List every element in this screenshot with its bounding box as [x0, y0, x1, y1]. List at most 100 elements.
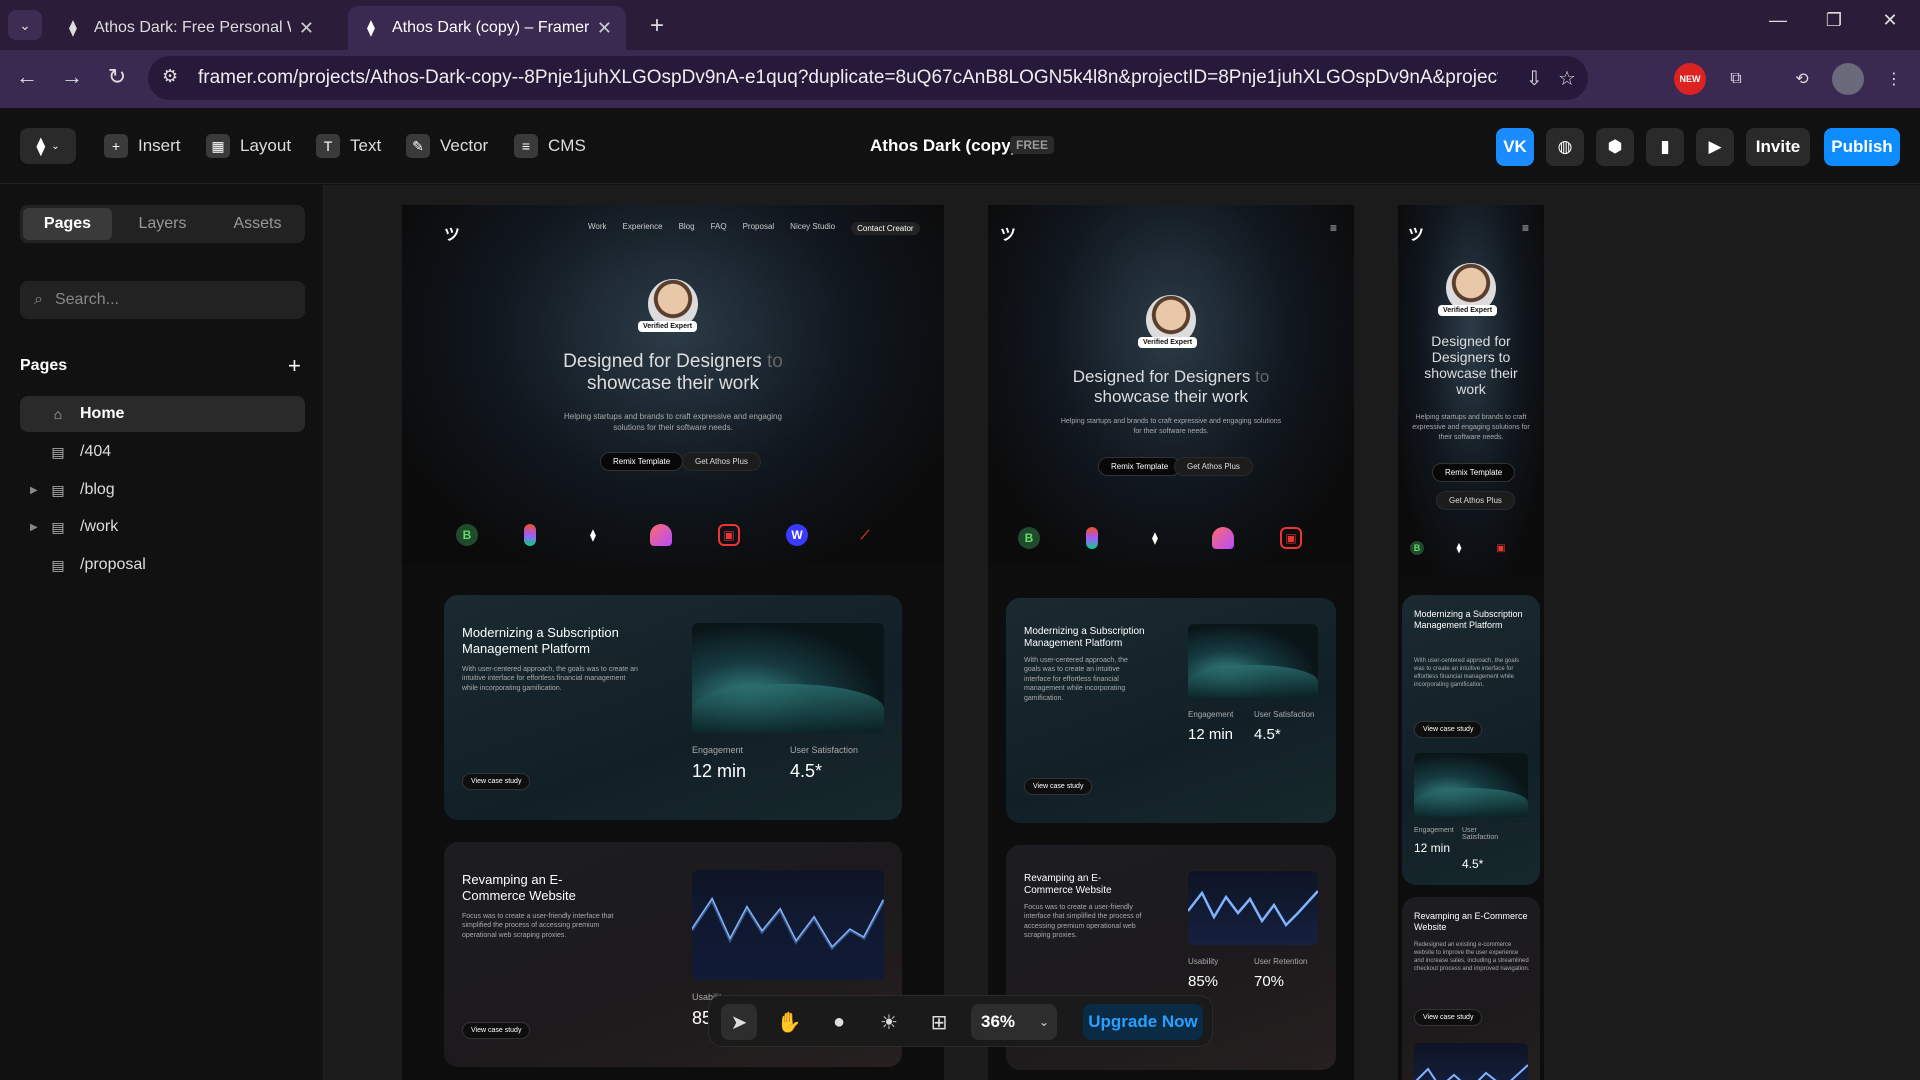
stat-value: 4.5*	[1254, 726, 1281, 743]
contact-button[interactable]: Contact Creator	[851, 222, 920, 235]
insert-button[interactable]: + Insert	[104, 128, 181, 164]
wave-image	[692, 623, 884, 733]
case-study-card[interactable]: Revamping an E-Commerce Website Redesign…	[1402, 897, 1540, 1080]
select-tool-icon[interactable]: ➤	[721, 1004, 757, 1040]
publish-button[interactable]: Publish	[1824, 128, 1900, 166]
address-bar[interactable]: ⚙ framer.com/projects/Athos-Dark-copy--8…	[148, 56, 1588, 100]
card-description: With user-centered approach, the goals w…	[462, 666, 638, 692]
canvas[interactable]: ツ Work Experience Blog FAQ Proposal Nice…	[324, 185, 1920, 1080]
hand-tool-icon[interactable]: ✋	[771, 1004, 807, 1040]
more-menu-icon[interactable]: ⋮	[1878, 63, 1910, 95]
project-title[interactable]: Athos Dark (copy)	[870, 136, 1016, 156]
page-item-proposal[interactable]: ▤ /proposal	[20, 547, 305, 583]
settings-icon[interactable]: ⬢	[1596, 128, 1634, 166]
nav-link[interactable]: Experience	[623, 222, 663, 235]
page-icon: ▤	[51, 556, 65, 573]
page-item-blog[interactable]: ▶ ▤ /blog	[20, 472, 305, 508]
mobile-frame[interactable]: ツ ≡ Verified Expert Designed for Designe…	[1398, 205, 1544, 1080]
tab-assets[interactable]: Assets	[213, 208, 302, 240]
grid-icon[interactable]: ⊞	[921, 1004, 957, 1040]
view-case-study-button[interactable]: View case study	[1024, 778, 1093, 795]
square-logo-icon: ▣	[1280, 527, 1302, 549]
user-avatar[interactable]: VK	[1496, 128, 1534, 166]
vector-button[interactable]: ✎ Vector	[406, 128, 488, 164]
analytics-icon[interactable]: ▮	[1646, 128, 1684, 166]
site-info-icon[interactable]: ⚙	[162, 66, 178, 87]
sync-icon[interactable]: ⟲	[1786, 63, 1818, 95]
hero-title-line2: showcase their work	[1093, 386, 1248, 406]
case-study-card[interactable]: Modernizing a Subscription Management Pl…	[1006, 598, 1336, 823]
browser-tab-athos-dark[interactable]: ⧫ Athos Dark: Free Personal Webs ✕	[50, 6, 328, 50]
bookmark-star-icon[interactable]: ☆	[1558, 66, 1576, 91]
client-logos: B ⧫ ▣	[1410, 541, 1508, 555]
upgrade-now-button[interactable]: Upgrade Now	[1083, 1004, 1203, 1040]
card-title: Modernizing a Subscription Management Pl…	[462, 625, 619, 656]
comment-tool-icon[interactable]: ●	[821, 1004, 857, 1040]
layout-button[interactable]: ▦ Layout	[206, 128, 291, 164]
stat-label: Usability	[1188, 957, 1219, 966]
tab-pages[interactable]: Pages	[23, 208, 112, 240]
case-study-card[interactable]: Modernizing a Subscription Management Pl…	[1402, 595, 1540, 885]
close-icon[interactable]: ✕	[299, 18, 314, 39]
nav-link[interactable]: Work	[588, 222, 607, 235]
forward-icon[interactable]: →	[57, 64, 87, 90]
nav-link[interactable]: FAQ	[711, 222, 727, 235]
nav-link[interactable]: Blog	[679, 222, 695, 235]
remix-template-button[interactable]: Remix Template	[1432, 463, 1516, 482]
extensions-icon[interactable]: ⧉	[1720, 63, 1752, 95]
close-icon[interactable]: ✕	[597, 18, 612, 39]
close-window-icon[interactable]: ✕	[1870, 10, 1910, 31]
search-icon: ⌕	[34, 291, 43, 308]
framer-icon: ⧫	[367, 20, 375, 37]
invite-button[interactable]: Invite	[1746, 128, 1810, 166]
case-study-card[interactable]: Modernizing a Subscription Management Pl…	[444, 595, 902, 820]
view-case-study-button[interactable]: View case study	[1414, 1009, 1483, 1026]
zoom-select[interactable]: 36% ⌄	[971, 1004, 1057, 1040]
play-icon[interactable]: ▶	[1696, 128, 1734, 166]
text-button[interactable]: T Text	[316, 128, 381, 164]
view-case-study-button[interactable]: View case study	[462, 773, 531, 790]
new-tab-button[interactable]: +	[650, 12, 664, 40]
hamburger-menu-icon[interactable]: ≡	[1330, 221, 1337, 235]
restore-icon[interactable]: ❐	[1814, 10, 1854, 31]
framer-menu-button[interactable]: ⧫ ⌄	[20, 128, 76, 164]
cms-button[interactable]: ≡ CMS	[514, 128, 586, 164]
theme-toggle-icon[interactable]: ☀	[871, 1004, 907, 1040]
get-athos-plus-button[interactable]: Get Athos Plus	[1436, 491, 1515, 510]
stat-value: 12 min	[692, 761, 747, 781]
remix-template-button[interactable]: Remix Template	[1098, 457, 1182, 476]
globe-icon[interactable]: ◍	[1546, 128, 1584, 166]
add-page-icon[interactable]: +	[288, 353, 301, 379]
browser-tab-athos-dark-copy[interactable]: ⧫ Athos Dark (copy) – Framer ✕	[348, 6, 626, 50]
card-title: Revamping an E-Commerce Website	[1414, 911, 1528, 932]
nav-link[interactable]: Nicey Studio	[790, 222, 835, 235]
remix-template-button[interactable]: Remix Template	[600, 452, 684, 471]
minimize-icon[interactable]: —	[1758, 10, 1798, 31]
back-icon[interactable]: ←	[12, 64, 42, 90]
hamburger-menu-icon[interactable]: ≡	[1522, 221, 1529, 235]
nav-link[interactable]: Proposal	[743, 222, 775, 235]
extension-badge-icon[interactable]: NEW	[1674, 63, 1706, 95]
site-logo-icon: ツ	[1408, 227, 1425, 244]
tablet-frame[interactable]: ツ ≡ Verified Expert Designed for Designe…	[988, 205, 1354, 1080]
stat-label: User Satisfaction	[790, 745, 859, 755]
get-athos-plus-button[interactable]: Get Athos Plus	[682, 452, 761, 471]
install-icon[interactable]: ⇩	[1526, 66, 1543, 91]
page-item-404[interactable]: ▤ /404	[20, 434, 305, 470]
left-sidebar: Pages Layers Assets ⌕ Search... Pages + …	[0, 185, 324, 1080]
get-athos-plus-button[interactable]: Get Athos Plus	[1174, 457, 1253, 476]
browser-tab-strip: ⌄ ⧫ Athos Dark: Free Personal Webs ✕ ⧫ A…	[0, 0, 1920, 50]
tab-layers[interactable]: Layers	[118, 208, 207, 240]
profile-avatar[interactable]	[1832, 63, 1864, 95]
shape-logo-icon	[1212, 527, 1234, 549]
desktop-frame[interactable]: ツ Work Experience Blog FAQ Proposal Nice…	[402, 205, 944, 1080]
tab-search-button[interactable]: ⌄	[8, 10, 42, 40]
search-input[interactable]: ⌕ Search...	[20, 281, 305, 319]
expand-icon[interactable]: ▶	[30, 485, 38, 496]
page-item-work[interactable]: ▶ ▤ /work	[20, 509, 305, 545]
reload-icon[interactable]: ↻	[102, 64, 132, 90]
view-case-study-button[interactable]: View case study	[1414, 721, 1483, 738]
expand-icon[interactable]: ▶	[30, 522, 38, 533]
view-case-study-button[interactable]: View case study	[462, 1022, 531, 1039]
page-item-home[interactable]: ⌂ Home	[20, 396, 305, 432]
